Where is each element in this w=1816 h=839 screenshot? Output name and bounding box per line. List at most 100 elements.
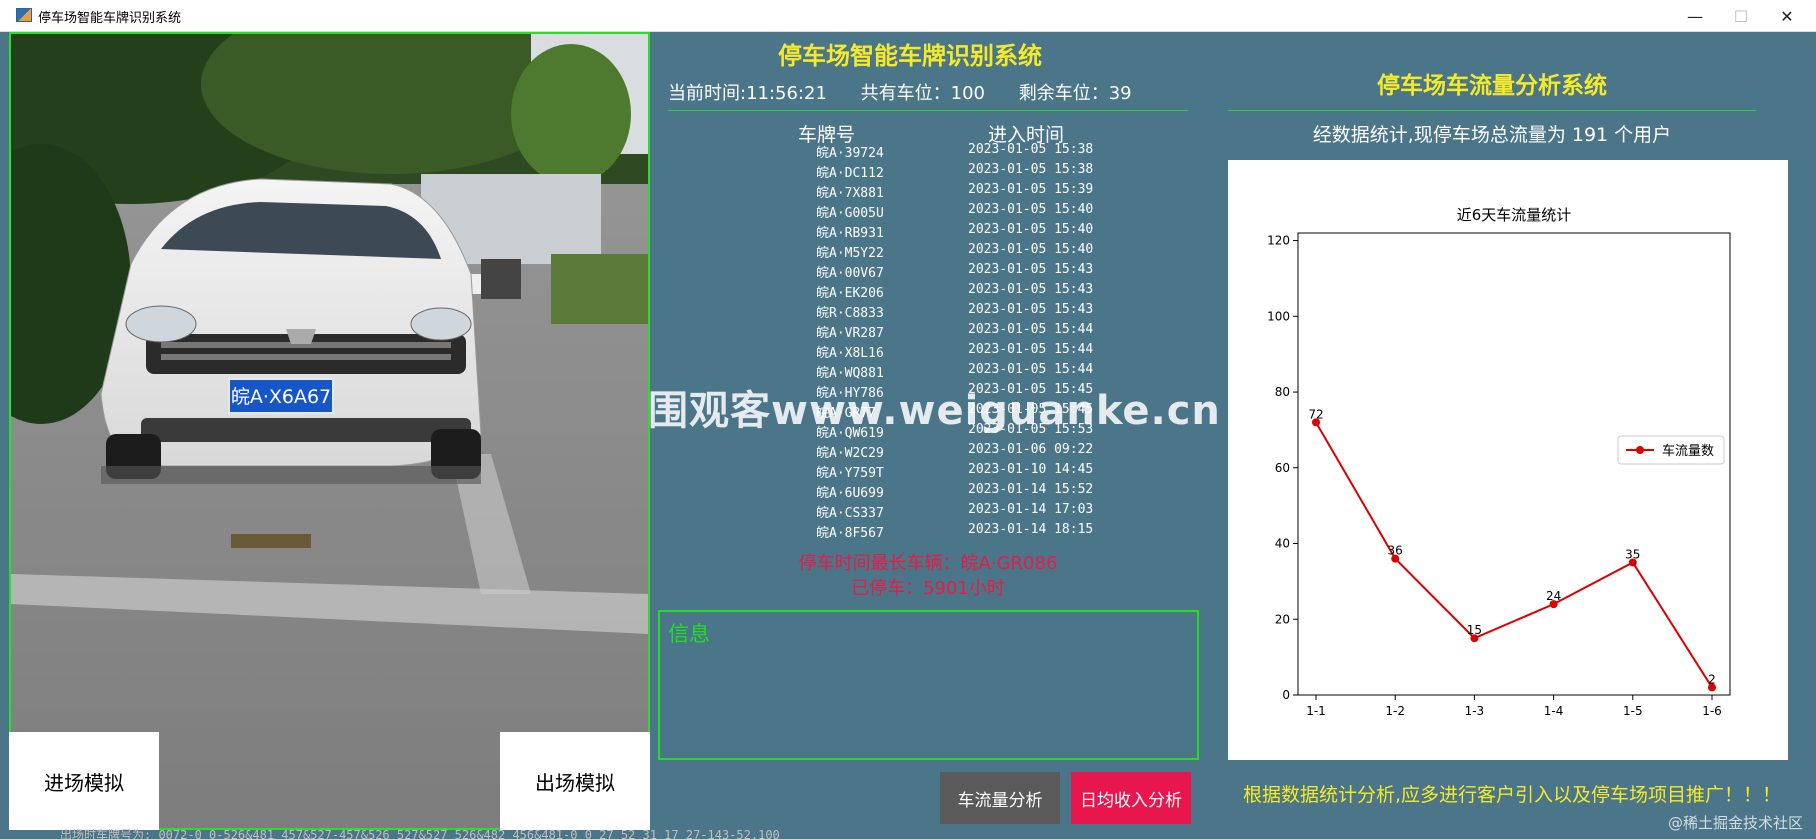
y-tick-label: 100 [1267,309,1290,323]
data-label: 2 [1708,672,1716,686]
y-tick-label: 120 [1267,234,1290,248]
daily-income-analysis-button[interactable]: 日均收入分析 [1071,772,1191,824]
maximize-button[interactable]: ☐ [1718,0,1764,32]
enter-simulation-button[interactable]: 进场模拟 [9,732,159,830]
plate-number: 皖A·RB931 [816,226,884,241]
analysis-title: 停车场车流量分析系统 [1377,73,1607,99]
title-bar: 停车场智能车牌识别系统 — ☐ ✕ [0,0,1816,32]
entry-time: 2023-01-05 15:43 [968,302,1094,317]
window-title: 停车场智能车牌识别系统 [38,11,182,26]
plate-number: 皖R·C8833 [816,306,884,321]
remaining-spaces: 剩余车位：39 [1018,83,1132,104]
plate-number: 皖A·VR287 [816,326,884,341]
table-row: 皖A·6U699 2023-01-14 15:52 [668,482,1188,502]
table-row: 皖A·G005U 2023-01-05 15:40 [668,202,1188,222]
info-panel: 信息 [658,610,1199,760]
plate-number: 皖A·X8L16 [816,346,884,361]
exit-simulation-button[interactable]: 出场模拟 [500,732,650,830]
parked-duration: 已停车：5901小时 [851,578,1005,599]
entry-time: 2023-01-10 14:45 [968,462,1094,477]
x-tick-label: 1-3 [1465,704,1485,718]
entry-time: 2023-01-14 18:15 [968,522,1094,537]
footer-watermark: @稀土掘金技术社区 [1668,814,1804,832]
y-tick-label: 60 [1275,461,1290,475]
plate-number: 皖A·7X881 [816,186,884,201]
app-icon [16,8,32,22]
app-window: 停车场智能车牌识别系统 — ☐ ✕ 皖A·X6A67 进场模拟 出场模拟 停车场… [0,0,1816,839]
longest-parked-vehicle: 停车时间最长车辆：皖A·GR086 [798,553,1058,574]
camera-feed: 皖A·X6A67 [9,32,650,830]
advice-text: 根据数据统计分析,应多进行客户引入以及停车场项目推广！！！ [1242,784,1782,806]
entry-time: 2023-01-05 15:43 [968,262,1094,277]
console-log: 出场时车牌号为: 0072-0 0-526&481 457&527-457&52… [60,828,780,839]
y-tick-label: 40 [1275,537,1290,551]
entry-time: 2023-01-05 15:44 [968,322,1094,337]
plate-number: 皖A·00V67 [816,266,884,281]
table-row: 皖A·DC112 2023-01-05 15:38 [668,162,1188,182]
entry-time: 2023-01-05 15:43 [968,282,1094,297]
entry-time: 2023-01-05 15:38 [968,142,1094,157]
minimize-button[interactable]: — [1672,0,1718,32]
data-label: 15 [1467,623,1482,637]
plate-number: 皖A·6U699 [816,486,884,501]
plate-number: 皖A·39724 [816,146,884,161]
table-row: 皖A·39724 2023-01-05 15:38 [668,142,1188,162]
traffic-chart: 近6天车流量统计 0 20 40 60 80 100 120 1-1 1-2 1-3 1-4 1-5 1-… [1228,160,1788,760]
entry-time: 2023-01-14 15:52 [968,482,1094,497]
y-tick-label: 20 [1275,612,1290,626]
x-tick-label: 1-6 [1702,704,1722,718]
plate-number: 皖A·DC112 [816,166,884,181]
table-row: 皖A·W2C29 2023-01-06 09:22 [668,442,1188,462]
legend-marker [1636,446,1644,454]
status-line: 当前时间:11:56:21 共有车位：100 剩余车位：39 [668,79,1160,105]
total-traffic-stat: 经数据统计,现停车场总流量为 191 个用户 [1312,124,1672,146]
plate-number: 皖A·CS337 [816,506,884,521]
entry-time: 2023-01-14 17:03 [968,502,1094,517]
close-button[interactable]: ✕ [1764,0,1810,32]
watermark: 围观客www.weiguanke.cn [648,388,1221,434]
car-photo: 皖A·X6A67 [11,34,648,828]
entry-time: 2023-01-05 15:44 [968,342,1094,357]
license-plate-text: 皖A·X6A67 [231,386,331,408]
table-row: 皖A·8F567 2023-01-14 18:15 [668,522,1188,542]
data-label: 72 [1308,407,1323,421]
x-tick-label: 1-1 [1306,704,1326,718]
table-row: 皖A·EK206 2023-01-05 15:43 [668,282,1188,302]
table-row: 皖A·CS337 2023-01-14 17:03 [668,502,1188,522]
plate-number: 皖A·W2C29 [816,446,884,461]
divider [1228,110,1756,111]
entry-time: 2023-01-05 15:40 [968,222,1094,237]
data-label: 36 [1388,544,1403,558]
legend-label: 车流量数 [1662,443,1714,459]
table-row: 皖A·7X881 2023-01-05 15:39 [668,182,1188,202]
divider [668,110,1188,111]
plate-number: 皖A·EK206 [816,286,884,301]
table-row: 皖A·VR287 2023-01-05 15:44 [668,322,1188,342]
total-spaces: 共有车位：100 [860,83,985,104]
chart-title: 近6天车流量统计 [1457,206,1572,224]
table-row: 皖A·X8L16 2023-01-05 15:44 [668,342,1188,362]
data-label: 35 [1625,547,1640,561]
y-tick-label: 80 [1275,385,1290,399]
plate-number: 皖A·Y759T [816,466,884,481]
traffic-line-chart: 近6天车流量统计 0 20 40 60 80 100 120 1-1 1-2 1-3 1-4 1-5 1-… [1267,206,1731,718]
plate-list: 皖A·39724 2023-01-05 15:38 皖A·DC112 2023-01-… [668,142,1188,542]
table-row: 皖R·C8833 2023-01-05 15:43 [668,302,1188,322]
x-tick-label: 1-4 [1544,704,1564,718]
entry-time: 2023-01-05 15:38 [968,162,1094,177]
plate-number: 皖A·M5Y22 [816,246,884,261]
entry-time: 2023-01-05 15:40 [968,202,1094,217]
x-tick-label: 1-5 [1623,704,1643,718]
plate-number: 皖A·8F567 [816,526,884,541]
table-row: 皖A·Y759T 2023-01-10 14:45 [668,462,1188,482]
data-label: 24 [1546,589,1561,603]
table-row: 皖A·RB931 2023-01-05 15:40 [668,222,1188,242]
table-row: 皖A·M5Y22 2023-01-05 15:40 [668,242,1188,262]
current-time: 当前时间:11:56:21 [668,83,827,104]
table-row: 皖A·00V67 2023-01-05 15:43 [668,262,1188,282]
entry-time: 2023-01-05 15:39 [968,182,1094,197]
y-tick-label: 0 [1282,688,1290,702]
page-title: 停车场智能车牌识别系统 [778,42,1042,70]
entry-time: 2023-01-05 15:40 [968,242,1094,257]
traffic-analysis-button[interactable]: 车流量分析 [940,772,1060,824]
